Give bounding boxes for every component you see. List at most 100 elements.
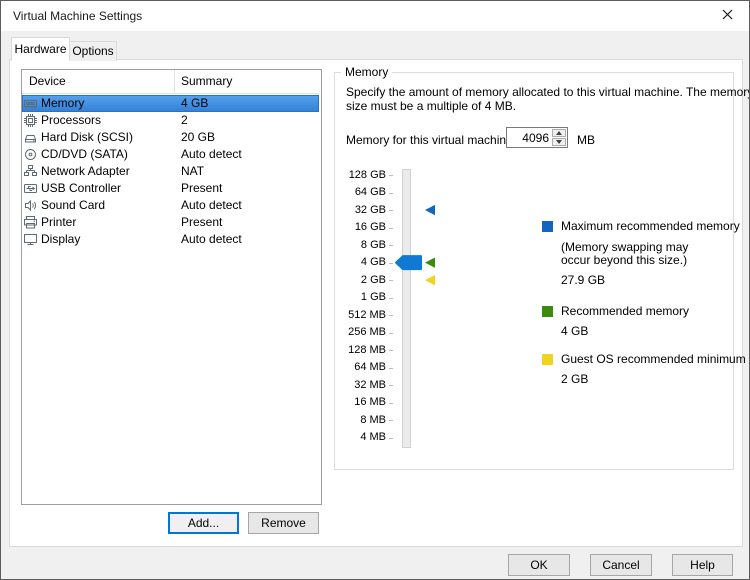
device-name: Memory: [41, 95, 84, 112]
device-summary: 2: [181, 112, 188, 129]
sound-card-icon: [24, 199, 37, 212]
memory-description-line1: Specify the amount of memory allocated t…: [346, 85, 750, 99]
device-row-display[interactable]: Display Auto detect: [22, 231, 319, 248]
legend-value: 4 GB: [542, 324, 747, 338]
scale-label-128-gb: 128 GB: [337, 169, 386, 182]
network-adapter-icon: [24, 165, 37, 178]
arrow-up-icon: [556, 131, 562, 135]
processor-icon: [24, 114, 37, 127]
column-header-summary[interactable]: Summary: [181, 70, 232, 93]
device-summary: 4 GB: [181, 95, 208, 112]
legend-item: Maximum recommended memory(Memory swappi…: [542, 219, 747, 287]
legend-value: 27.9 GB: [542, 273, 747, 287]
scale-label-1-gb: 1 GB: [337, 291, 386, 304]
close-icon: [722, 9, 733, 23]
legend-item: Guest OS recommended minimum 2 GB: [542, 352, 747, 386]
scale-label-128-mb: 128 MB: [337, 344, 386, 357]
legend-label: Maximum recommended memory: [561, 219, 740, 233]
memory-unit-label: MB: [577, 133, 595, 147]
device-row-hard-disk-scsi[interactable]: Hard Disk (SCSI) 20 GB: [22, 129, 319, 146]
device-summary: Auto detect: [181, 146, 242, 163]
remove-button[interactable]: Remove: [248, 512, 319, 534]
device-name: Sound Card: [41, 197, 105, 214]
device-summary: Present: [181, 214, 222, 231]
spin-up-button[interactable]: [552, 129, 566, 137]
memory-input[interactable]: [507, 128, 552, 147]
tab-hardware[interactable]: Hardware: [11, 37, 70, 61]
device-summary: Auto detect: [181, 197, 242, 214]
scale-label-256-mb: 256 MB: [337, 326, 386, 339]
column-divider: [174, 70, 175, 93]
legend-value: 2 GB: [542, 372, 747, 386]
device-row-sound-card[interactable]: Sound Card Auto detect: [22, 197, 319, 214]
scale-label-64-mb: 64 MB: [337, 361, 386, 374]
device-name: CD/DVD (SATA): [41, 146, 128, 163]
device-summary: 20 GB: [181, 129, 215, 146]
arrow-down-icon: [556, 140, 562, 144]
dialog-title: Virtual Machine Settings: [13, 1, 142, 31]
cancel-button[interactable]: Cancel: [590, 554, 652, 576]
scale-label-64-gb: 64 GB: [337, 186, 386, 199]
legend-label: Recommended memory: [561, 304, 689, 318]
column-header-device[interactable]: Device: [29, 70, 66, 93]
legend-note: occur beyond this size.): [542, 254, 747, 267]
title-bar: Virtual Machine Settings: [1, 1, 749, 31]
display-icon: [24, 233, 37, 246]
scale-label-512-mb: 512 MB: [337, 309, 386, 322]
device-rows: Memory 4 GB Processors 2 Hard Disk (SCSI) 20 …: [22, 95, 319, 248]
scale-label-2-gb: 2 GB: [337, 274, 386, 287]
memory-field-label: Memory for this virtual machine:: [346, 133, 516, 147]
device-summary: Present: [181, 180, 222, 197]
maximum-recommended-marker: [425, 205, 435, 215]
scale-label-16-mb: 16 MB: [337, 396, 386, 409]
spinner-buttons: [552, 128, 567, 147]
guest-os-minimum-marker: [425, 275, 435, 285]
memory-description-line2: size must be a multiple of 4 MB.: [346, 99, 516, 113]
memory-spinner: [506, 127, 568, 148]
scale-label-8-mb: 8 MB: [337, 414, 386, 427]
close-button[interactable]: [705, 1, 749, 31]
device-row-network-adapter[interactable]: Network Adapter NAT: [22, 163, 319, 180]
ok-button[interactable]: OK: [508, 554, 570, 576]
scale-label-32-gb: 32 GB: [337, 204, 386, 217]
scale-label-8-gb: 8 GB: [337, 239, 386, 252]
recommended-marker: [425, 257, 435, 267]
device-row-cd-dvd-sata[interactable]: CD/DVD (SATA) Auto detect: [22, 146, 319, 163]
scale-label-4-mb: 4 MB: [337, 431, 386, 444]
tab-options[interactable]: Options: [69, 41, 117, 61]
legend-label: Guest OS recommended minimum: [561, 352, 746, 366]
printer-icon: [24, 216, 37, 229]
device-name: Network Adapter: [41, 163, 130, 180]
scale-label-32-mb: 32 MB: [337, 379, 386, 392]
spin-down-button[interactable]: [552, 138, 566, 146]
virtual-machine-settings-dialog: Virtual Machine Settings Hardware Option…: [0, 0, 750, 580]
hard-disk-icon: [24, 131, 37, 144]
device-name: Processors: [41, 112, 101, 129]
device-list-header: Device Summary: [22, 70, 319, 94]
device-name: USB Controller: [41, 180, 121, 197]
scale-label-4-gb: 4 GB: [337, 256, 386, 269]
device-name: Display: [41, 231, 80, 248]
cd-dvd-icon: [24, 148, 37, 161]
device-row-processors[interactable]: Processors 2: [22, 112, 319, 129]
device-row-memory[interactable]: Memory 4 GB: [22, 95, 319, 112]
memory-slider: 128 GB 64 GB 32 GB 16 GB 8 GB 4 GB 2 GB 1 GB 512…: [337, 161, 467, 453]
help-button[interactable]: Help: [672, 554, 733, 576]
device-summary: Auto detect: [181, 231, 242, 248]
scale-label-16-gb: 16 GB: [337, 221, 386, 234]
device-name: Hard Disk (SCSI): [41, 129, 133, 146]
memory-legend: Maximum recommended memory(Memory swappi…: [542, 219, 747, 394]
device-row-usb-controller[interactable]: USB Controller Present: [22, 180, 319, 197]
memory-icon: [24, 97, 37, 110]
memory-group-label: Memory: [341, 65, 392, 79]
legend-color-swatch: [542, 306, 553, 317]
legend-color-swatch: [542, 354, 553, 365]
slider-handle[interactable]: [396, 256, 421, 269]
usb-controller-icon: [24, 182, 37, 195]
legend-item: Recommended memory 4 GB: [542, 304, 747, 338]
device-name: Printer: [41, 214, 76, 231]
legend-color-swatch: [542, 221, 553, 232]
add-button[interactable]: Add...: [168, 512, 239, 534]
device-row-printer[interactable]: Printer Present: [22, 214, 319, 231]
device-summary: NAT: [181, 163, 204, 180]
